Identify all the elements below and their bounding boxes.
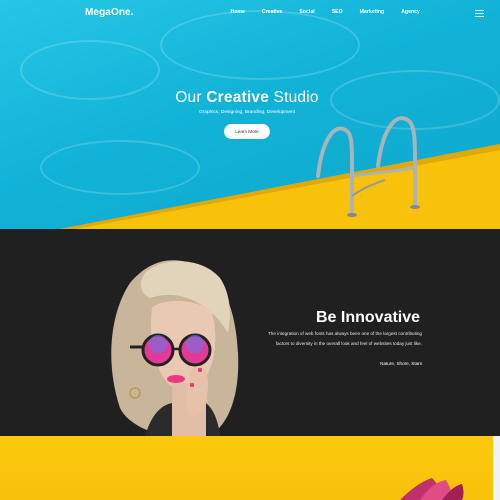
hero-section: MegaOne. Home Creative Social SEO Market… [0, 0, 500, 229]
page-edge [493, 436, 500, 500]
innovative-title-bold: Innovative [340, 309, 421, 326]
nav-link-agency[interactable]: Agency [393, 9, 429, 15]
brand-logo[interactable]: MegaOne. [85, 7, 134, 18]
innovative-body: The integration of web fonts has always … [268, 331, 422, 346]
nav-link-home[interactable]: Home [222, 9, 253, 15]
hamburger-menu-icon[interactable] [475, 10, 484, 18]
woman-portrait-image [111, 260, 239, 436]
innovative-tags: Nature, Shore, Stars [380, 361, 422, 366]
pink-plant-image [400, 478, 464, 500]
innovative-title-light: Be [316, 309, 337, 326]
nav-link-creative[interactable]: Creative [253, 9, 290, 15]
nav-link-marketing[interactable]: Marketing [351, 9, 393, 15]
yellow-section [0, 436, 500, 500]
hero-title-bold: Creative [206, 89, 270, 106]
hero-title-light: Our [175, 89, 202, 106]
learn-more-button[interactable]: Learn More [224, 124, 270, 139]
innovative-section: Be Innovative The integration of web fon… [0, 229, 500, 436]
innovative-title: Be Innovative [316, 309, 420, 327]
navbar: MegaOne. Home Creative Social SEO Market… [0, 0, 500, 28]
nav-link-seo[interactable]: SEO [323, 9, 351, 15]
hero-title: Our Creative Studio [0, 89, 494, 107]
nav-link-social[interactable]: Social [291, 9, 323, 15]
hero-title-tail: Studio [273, 89, 319, 106]
main-nav: Home Creative Social SEO Marketing Agenc… [222, 9, 428, 15]
hero-subtitle: Graphics, Designing, Branding, Developme… [199, 110, 295, 115]
